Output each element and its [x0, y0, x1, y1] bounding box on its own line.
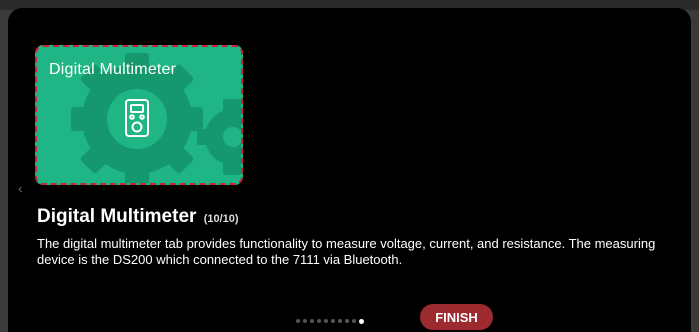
step-title: Digital Multimeter (10/10) [37, 206, 239, 228]
pagination-dot[interactable] [359, 318, 364, 324]
pagination-dot[interactable] [331, 319, 335, 323]
pagination-dot[interactable] [352, 319, 356, 323]
pagination-dot[interactable] [324, 319, 328, 323]
pagination-dots [296, 318, 364, 324]
pagination-dot[interactable] [317, 319, 321, 323]
finish-button[interactable]: FINISH [420, 304, 493, 330]
feature-card: Digital Multimeter [35, 45, 243, 185]
pagination-dot[interactable] [310, 319, 314, 323]
pagination-dot[interactable] [303, 319, 307, 323]
pagination-dot[interactable] [345, 319, 349, 323]
tutorial-dialog: Digital Multimeter ‹ Digital Multimeter … [8, 8, 691, 332]
chevron-left-icon[interactable]: ‹ [18, 180, 23, 196]
pagination-dot[interactable] [338, 319, 342, 323]
step-description: The digital multimeter tab provides func… [37, 236, 656, 267]
step-title-text: Digital Multimeter [37, 206, 197, 227]
pagination-dot[interactable] [296, 319, 300, 323]
card-title: Digital Multimeter [49, 61, 177, 78]
step-counter: (10/10) [203, 213, 239, 225]
